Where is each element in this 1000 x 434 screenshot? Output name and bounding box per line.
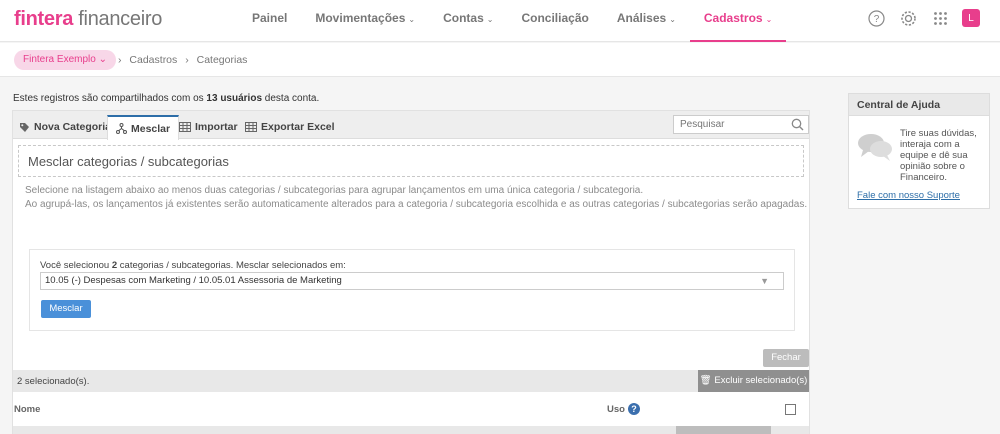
chevron-down-icon: ⌄ bbox=[98, 54, 107, 65]
chevron-down-icon: ⌄ bbox=[669, 15, 676, 24]
search-box bbox=[673, 115, 809, 134]
merge-header-box: Mesclar categorias / subcategorias bbox=[18, 145, 804, 177]
search-icon[interactable] bbox=[791, 118, 804, 131]
question-icon[interactable]: ? bbox=[627, 403, 640, 415]
main-panel: Nova Categoria Mesclar Importar Exportar… bbox=[12, 110, 810, 434]
merge-icon bbox=[116, 123, 127, 134]
breadcrumb-item-categorias: Categorias bbox=[196, 54, 248, 66]
select-all-checkbox[interactable] bbox=[785, 404, 796, 415]
support-link[interactable]: Fale com nosso Suporte bbox=[857, 190, 960, 201]
breadcrumb-separator-icon: › bbox=[185, 54, 189, 66]
tab-importar[interactable]: Importar bbox=[179, 115, 238, 139]
nav-conciliacao[interactable]: Conciliação bbox=[507, 0, 602, 42]
chevron-down-icon: ⌄ bbox=[486, 15, 494, 24]
table-icon bbox=[245, 122, 257, 132]
search-input[interactable] bbox=[674, 116, 784, 133]
chat-bubbles-icon bbox=[858, 134, 892, 161]
top-navbar: fintera financeiro Painel Movimentações ⌄… bbox=[0, 0, 1000, 42]
tab-mesclar[interactable]: Mesclar bbox=[107, 115, 180, 140]
dropdown-arrow-icon: ▼ bbox=[760, 276, 769, 286]
help-center-title: Central de Ajuda bbox=[849, 94, 989, 116]
main-nav: Painel Movimentações ⌄ Contas ⌄ Conciliaçã… bbox=[238, 0, 787, 42]
help-icon[interactable]: ? bbox=[866, 8, 886, 28]
help-center-panel: Central de Ajuda Tire suas dúvidas, inte… bbox=[848, 93, 990, 209]
company-selector[interactable]: Fintera Exemplo ⌄ bbox=[14, 50, 116, 70]
user-avatar[interactable]: L bbox=[962, 9, 980, 27]
merge-title: Mesclar categorias / subcategorias bbox=[28, 154, 229, 169]
apps-grid-icon[interactable] bbox=[930, 8, 950, 28]
merge-description-line2: Ao agrupá-las, os lançamentos já existen… bbox=[25, 199, 808, 210]
brand-logo[interactable]: fintera financeiro bbox=[14, 8, 162, 31]
column-header-uso: Uso ? bbox=[607, 403, 640, 415]
selection-bar: 2 selecionado(s). 🗑 Excluir selecionado(… bbox=[13, 370, 809, 392]
selection-summary: Você selecionou 2 categorias / subcatego… bbox=[40, 260, 346, 271]
nav-movimentacoes[interactable]: Movimentações ⌄ bbox=[301, 0, 429, 42]
trash-icon: 🗑 bbox=[699, 375, 712, 386]
nav-cadastros[interactable]: Cadastros ⌄ bbox=[689, 0, 787, 42]
svg-text:?: ? bbox=[873, 14, 879, 25]
merge-target-select[interactable]: 10.05 (-) Despesas com Marketing / 10.05… bbox=[40, 272, 784, 290]
nav-painel[interactable]: Painel bbox=[238, 0, 301, 42]
tag-icon bbox=[20, 122, 29, 132]
table-icon bbox=[179, 122, 191, 132]
chevron-down-icon: ⌄ bbox=[408, 15, 416, 24]
table-header: Nome Uso ? bbox=[13, 392, 809, 426]
top-icons: ? L bbox=[866, 8, 980, 28]
merge-button[interactable]: Mesclar bbox=[41, 300, 91, 318]
toolbar-tabs: Nova Categoria Mesclar Importar Exportar… bbox=[13, 111, 809, 140]
breadcrumb-item-cadastros[interactable]: Cadastros bbox=[129, 54, 177, 66]
merge-description-line1: Selecione na listagem abaixo ao menos du… bbox=[25, 185, 644, 196]
selected-count: 2 selecionado(s). bbox=[17, 376, 90, 387]
breadcrumb-bar: Fintera Exemplo ⌄ › Cadastros › Categori… bbox=[0, 43, 1000, 77]
chevron-down-icon: ⌄ bbox=[765, 15, 773, 24]
tab-exportar-excel[interactable]: Exportar Excel bbox=[245, 115, 335, 139]
gear-icon[interactable] bbox=[898, 8, 918, 28]
tab-nova-categoria[interactable]: Nova Categoria bbox=[19, 115, 111, 139]
delete-selected-button[interactable]: 🗑 Excluir selecionado(s) bbox=[698, 370, 809, 392]
breadcrumb: › Cadastros › Categorias bbox=[118, 54, 252, 66]
shared-notice: Estes registros são compartilhados com o… bbox=[13, 93, 320, 104]
row-action-button[interactable] bbox=[676, 426, 771, 434]
nav-analises[interactable]: Análises ⌄ bbox=[603, 0, 690, 42]
nav-contas[interactable]: Contas ⌄ bbox=[429, 0, 507, 42]
breadcrumb-separator-icon: › bbox=[118, 54, 122, 66]
help-center-text: Tire suas dúvidas, interaja com a equipe… bbox=[900, 128, 977, 183]
close-button[interactable]: Fechar bbox=[763, 349, 809, 367]
column-header-nome[interactable]: Nome bbox=[14, 404, 40, 415]
merge-select-panel: Você selecionou 2 categorias / subcatego… bbox=[29, 249, 795, 331]
